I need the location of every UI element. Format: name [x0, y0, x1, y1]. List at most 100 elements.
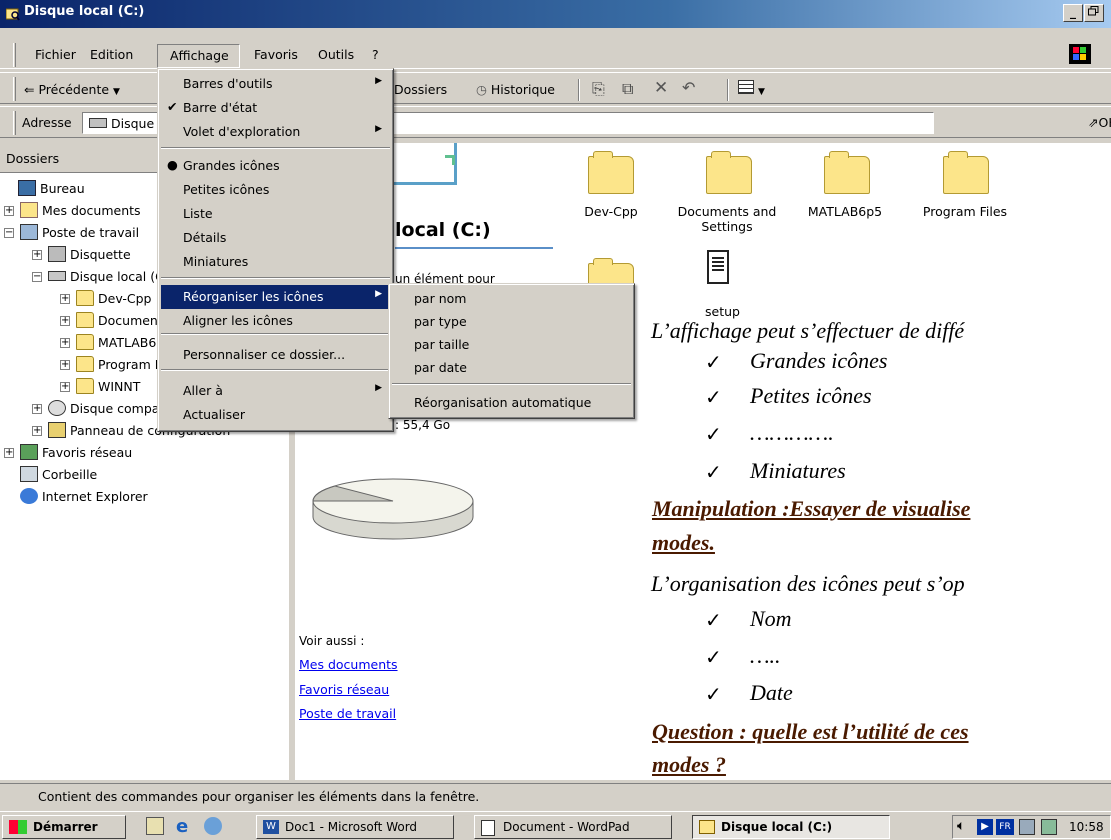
go-arrow-icon: ⇗ [1088, 115, 1099, 130]
tree-item-label: Mes documents [42, 203, 141, 218]
menu-item[interactable]: Volet d'exploration ▶ [161, 120, 390, 144]
menu-favoris[interactable]: Favoris [254, 47, 298, 62]
menu-item-label: Réorganiser les icônes [183, 289, 324, 304]
expand-icon[interactable]: + [32, 426, 42, 436]
folder-icon[interactable] [824, 151, 870, 194]
folder-icon[interactable] [588, 151, 634, 194]
task-wordpad-button[interactable]: Document - WordPad [474, 815, 672, 839]
expand-icon[interactable]: + [32, 250, 42, 260]
move-to-icon[interactable]: ⎘ [592, 79, 605, 99]
menu-separator [161, 147, 390, 149]
expand-icon[interactable]: + [32, 404, 42, 414]
folder-icon [76, 334, 94, 350]
expand-icon[interactable]: + [60, 338, 70, 348]
menu-item[interactable]: Barres d'outils ▶ [161, 72, 390, 96]
collapse-icon[interactable]: − [4, 228, 14, 238]
menu-item[interactable]: Détails [161, 226, 390, 250]
maximize-button[interactable] [1084, 4, 1104, 22]
submenu-item[interactable]: par taille [392, 333, 631, 357]
checkmark-icon: ✓ [705, 350, 722, 374]
explorer-window-icon [5, 7, 20, 24]
views-button[interactable]: ▼ [738, 80, 765, 97]
menu-item[interactable]: Personnaliser ce dossier... [161, 343, 390, 367]
quicklaunch-desktop-icon[interactable] [146, 817, 164, 835]
expand-icon[interactable]: + [4, 448, 14, 458]
menu-item[interactable]: Réorganiser les icônes ▶ [161, 285, 390, 309]
folder-icon[interactable] [943, 151, 989, 194]
link-mes-documents[interactable]: Mes documents [299, 657, 398, 672]
delete-icon[interactable]: ✕ [654, 78, 668, 98]
undo-icon[interactable]: ↶ [682, 78, 695, 97]
minimize-button[interactable]: _ [1063, 4, 1083, 22]
addressbar-grip[interactable] [13, 111, 16, 135]
menu-help[interactable]: ? [372, 47, 379, 62]
submenu-item[interactable]: par date [392, 356, 631, 380]
go-button[interactable]: ⇗OK [1088, 115, 1111, 130]
menu-item[interactable]: Liste [161, 202, 390, 226]
submenu-item[interactable]: par type [392, 310, 631, 334]
expand-icon[interactable]: + [60, 382, 70, 392]
folder-label-program-files[interactable]: Program Files [905, 204, 1025, 219]
task-word-button[interactable]: W Doc1 - Microsoft Word [256, 815, 454, 839]
quicklaunch-outlook-icon[interactable] [204, 817, 222, 835]
network-icon[interactable] [1019, 819, 1035, 835]
folder-label-matlab[interactable]: MATLAB6p5 [785, 204, 905, 219]
menu-item-label: Actualiser [183, 407, 245, 422]
back-button[interactable]: ⇐ Précédente ▼ [24, 82, 120, 97]
my-documents-icon [20, 202, 38, 218]
language-indicator[interactable]: FR [996, 819, 1014, 835]
setup-file-icon[interactable] [707, 250, 729, 284]
menu-item-label: Personnaliser ce dossier... [183, 347, 346, 362]
menubar-grip[interactable] [13, 43, 16, 67]
folders-button[interactable]: Dossiers [394, 82, 447, 97]
cd-drive-icon [48, 400, 66, 416]
submenu-item[interactable]: Réorganisation automatique [392, 391, 631, 415]
title-bar[interactable]: Disque local (C:) _ [0, 0, 1111, 28]
expand-icon[interactable]: + [4, 206, 14, 216]
submenu-item[interactable]: par nom [392, 287, 631, 311]
folder-icon[interactable] [706, 151, 752, 194]
menu-item[interactable]: Miniatures [161, 250, 390, 274]
back-dropdown-icon[interactable]: ▼ [113, 87, 120, 97]
menu-item[interactable]: Actualiser [161, 403, 390, 427]
menu-item-label: Liste [183, 206, 213, 221]
folder-label-documents-and-settings[interactable]: Documents and Settings [667, 204, 787, 234]
quicklaunch-ie-icon[interactable]: e [176, 816, 188, 837]
menu-item-label: Volet d'exploration [183, 124, 301, 139]
toolbar-grip[interactable] [13, 77, 16, 101]
link-favoris-reseau[interactable]: Favoris réseau [299, 682, 389, 697]
menu-item[interactable]: Petites icônes [161, 178, 390, 202]
menu-item[interactable]: Aller à ▶ [161, 379, 390, 403]
submenu-arrow-icon: ▶ [375, 76, 382, 86]
menu-affichage[interactable]: Affichage [157, 44, 240, 68]
capacity-text: : 55,4 Go [395, 418, 451, 432]
expand-icon[interactable]: + [60, 360, 70, 370]
clock[interactable]: 10:58 [1069, 820, 1104, 834]
start-button[interactable]: Démarrer [2, 815, 126, 839]
content-heading: local (C:) [395, 219, 491, 241]
menu-fichier[interactable]: Fichier [35, 47, 76, 62]
menu-item[interactable]: Aligner les icônes [161, 309, 390, 333]
setup-file-label[interactable]: setup [705, 304, 740, 319]
collapse-icon[interactable]: − [32, 272, 42, 282]
folder-label-dev-cpp[interactable]: Dev-Cpp [551, 204, 671, 219]
speaker-icon[interactable]: 🔈︎ [957, 818, 965, 834]
history-button[interactable]: ◷ Historique [476, 82, 555, 97]
expand-icon[interactable]: + [60, 294, 70, 304]
copy-to-icon[interactable]: ⧉ [622, 79, 633, 99]
menu-edition[interactable]: Edition [90, 47, 133, 62]
network-places-icon [20, 444, 38, 460]
media-icon[interactable]: ▶ [977, 819, 993, 835]
menu-separator [161, 277, 390, 279]
menu-outils[interactable]: Outils [318, 47, 354, 62]
doc-manipulation-line2: modes. [652, 530, 715, 555]
folder-icon [76, 312, 94, 328]
link-poste-de-travail[interactable]: Poste de travail [299, 706, 396, 721]
network-icon[interactable] [1041, 819, 1057, 835]
toolbar-separator [578, 79, 580, 101]
expand-icon[interactable]: + [60, 316, 70, 326]
word-icon: W [263, 820, 279, 834]
menu-item[interactable]: ✔ Barre d'état [161, 96, 390, 120]
task-explorer-button[interactable]: Disque local (C:) [692, 815, 890, 839]
menu-item[interactable]: ● Grandes icônes [161, 154, 390, 178]
